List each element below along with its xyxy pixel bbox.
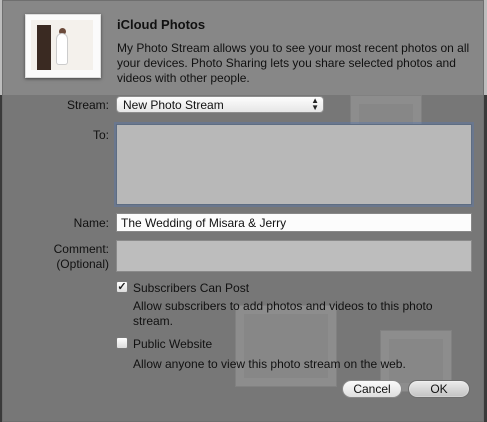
stream-label: Stream: bbox=[66, 98, 109, 112]
to-field[interactable] bbox=[116, 124, 472, 205]
subscribers-can-post-checkbox[interactable]: ✓ bbox=[116, 281, 128, 293]
to-label: To: bbox=[92, 128, 109, 142]
comment-label: Comment: (Optional) bbox=[23, 242, 109, 272]
dialog-description: My Photo Stream allows you to see your m… bbox=[117, 41, 470, 85]
comment-label-text: Comment: bbox=[53, 242, 109, 256]
name-label: Name: bbox=[73, 216, 109, 230]
ok-button[interactable]: OK bbox=[408, 380, 470, 398]
cancel-button[interactable]: Cancel bbox=[342, 380, 402, 398]
comment-field[interactable] bbox=[116, 240, 472, 272]
subscribers-can-post-hint: Allow subscribers to add photos and vide… bbox=[133, 299, 433, 328]
wedding-photo bbox=[31, 20, 93, 70]
subscribers-can-post-label[interactable]: Subscribers Can Post bbox=[133, 281, 249, 295]
public-website-label[interactable]: Public Website bbox=[133, 337, 212, 351]
popup-arrows-icon: ▲ ▼ bbox=[311, 96, 319, 112]
stream-thumbnail bbox=[25, 14, 101, 78]
public-website-checkbox[interactable] bbox=[116, 337, 128, 349]
stream-popup-value: New Photo Stream bbox=[123, 98, 224, 112]
stream-popup[interactable]: New Photo Stream ▲ ▼ bbox=[116, 96, 324, 113]
comment-optional-text: (Optional) bbox=[56, 257, 109, 271]
dialog-title: iCloud Photos bbox=[117, 17, 206, 32]
name-field[interactable]: The Wedding of Misara & Jerry bbox=[116, 213, 472, 232]
icloud-photos-dialog: iCloud Photos My Photo Stream allows you… bbox=[2, 0, 484, 422]
public-website-hint: Allow anyone to view this photo stream o… bbox=[133, 357, 406, 371]
